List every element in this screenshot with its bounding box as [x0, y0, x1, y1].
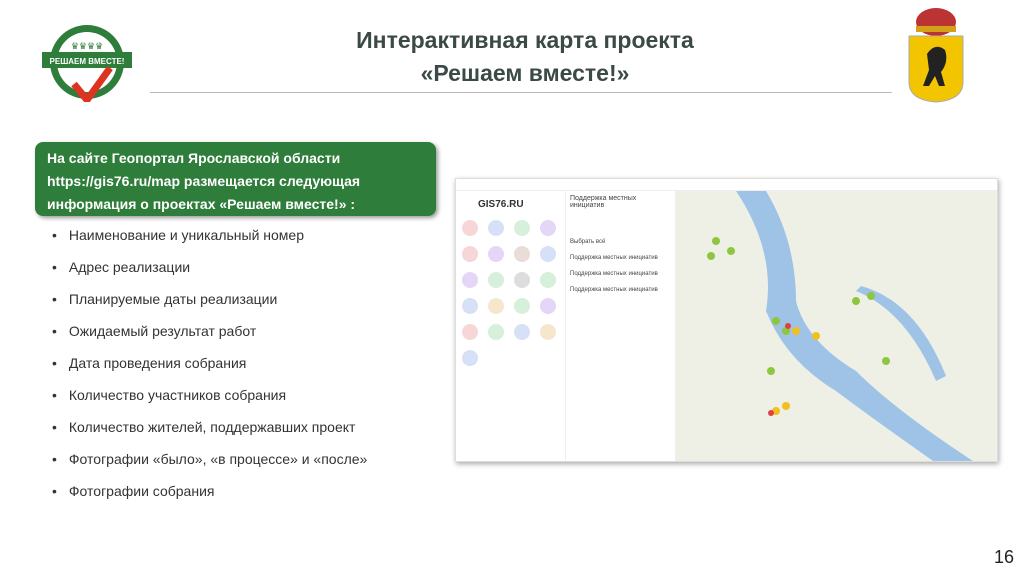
- resheam-vmeste-logo: РЕШАЕМ ВМЕСТЕ! ♛♛♛♛: [42, 22, 132, 106]
- svg-text:♛♛♛♛: ♛♛♛♛: [71, 41, 103, 51]
- coat-of-arms: [905, 4, 967, 104]
- category-icons: [462, 220, 565, 366]
- list-item: Фотографии собрания: [52, 480, 367, 512]
- layer-item[interactable]: Поддержка местных инициатив: [570, 287, 671, 293]
- map-view[interactable]: [676, 191, 997, 461]
- info-list: Наименование и уникальный номер Адрес ре…: [52, 224, 367, 512]
- list-item: Количество жителей, поддержавших проект: [52, 416, 367, 448]
- list-item: Количество участников собрания: [52, 384, 367, 416]
- layer-item[interactable]: Поддержка местных инициатив: [570, 271, 671, 277]
- title-line-1: Интерактивная карта проекта: [356, 27, 694, 53]
- page-title: Интерактивная карта проекта «Решаем вмест…: [200, 24, 850, 90]
- list-item: Наименование и уникальный номер: [52, 224, 367, 256]
- list-item: Планируемые даты реализации: [52, 288, 367, 320]
- intro-box: На сайте Геопортал Ярославской области h…: [35, 142, 436, 216]
- list-item: Ожидаемый результат работ: [52, 320, 367, 352]
- svg-text:РЕШАЕМ ВМЕСТЕ!: РЕШАЕМ ВМЕСТЕ!: [50, 57, 125, 66]
- screenshot-sidebar: GIS76.RU: [456, 191, 566, 461]
- geoportal-screenshot: GIS76.RU Поддержка местных инициатив Выб…: [455, 178, 998, 462]
- divider: [150, 92, 892, 93]
- page-number: 16: [993, 547, 1014, 567]
- list-item: Фотографии «было», «в процессе» и «после…: [52, 448, 367, 480]
- title-line-2: «Решаем вместе!»: [420, 60, 630, 86]
- layers-panel: Поддержка местных инициатив Выбрать всё …: [566, 191, 676, 461]
- layer-item[interactable]: Поддержка местных инициатив: [570, 255, 671, 261]
- panel-title: Поддержка местных инициатив: [570, 195, 637, 209]
- browser-bar: [456, 179, 997, 191]
- list-item: Адрес реализации: [52, 256, 367, 288]
- select-all[interactable]: Выбрать всё: [570, 239, 671, 245]
- site-logo: GIS76.RU: [478, 199, 524, 210]
- list-item: Дата проведения собрания: [52, 352, 367, 384]
